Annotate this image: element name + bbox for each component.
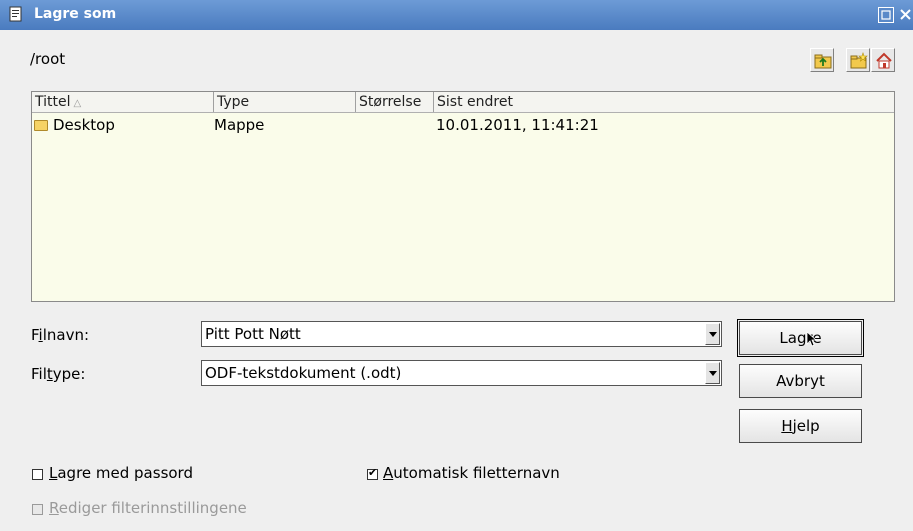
close-icon bbox=[900, 9, 911, 20]
file-modified: 10.01.2011, 11:41:21 bbox=[436, 116, 599, 134]
file-row[interactable]: Desktop Mappe 10.01.2011, 11:41:21 bbox=[32, 114, 894, 136]
filetype-value: ODF-tekstdokument (.odt) bbox=[205, 364, 402, 382]
folder-up-button[interactable] bbox=[810, 48, 834, 72]
column-title[interactable]: Tittel △ bbox=[32, 92, 214, 112]
filename-dropdown-button[interactable] bbox=[705, 323, 720, 345]
filename-combo[interactable]: Pitt Pott Nøtt bbox=[201, 321, 722, 347]
column-type-label: Type bbox=[217, 94, 250, 110]
maximize-button[interactable] bbox=[878, 7, 894, 23]
help-button[interactable]: Hjelp bbox=[739, 409, 862, 443]
cursor-icon bbox=[806, 331, 817, 347]
filter-settings-checkbox bbox=[32, 504, 43, 515]
file-type: Mappe bbox=[214, 116, 265, 134]
checkmark-icon: ✔ bbox=[368, 466, 378, 479]
home-button[interactable] bbox=[871, 48, 895, 72]
auto-extension-checkbox[interactable]: ✔ bbox=[367, 466, 378, 480]
new-folder-icon bbox=[850, 52, 868, 69]
filetype-dropdown-button[interactable] bbox=[705, 362, 720, 384]
filter-settings-label: Rediger filterinnstillingene bbox=[49, 499, 247, 517]
cancel-button[interactable]: Avbryt bbox=[739, 364, 862, 398]
maximize-icon bbox=[881, 10, 891, 20]
column-type[interactable]: Type bbox=[214, 92, 356, 112]
close-button[interactable] bbox=[898, 7, 913, 23]
sort-arrow-icon: △ bbox=[73, 98, 82, 109]
chevron-down-icon bbox=[709, 332, 717, 337]
column-title-label: Tittel bbox=[35, 94, 71, 110]
file-list[interactable]: Tittel △ Type Størrelse Sist endret Deskt… bbox=[31, 91, 895, 302]
password-checkbox[interactable] bbox=[32, 469, 43, 480]
current-path: /root bbox=[30, 50, 66, 68]
file-list-header: Tittel △ Type Størrelse Sist endret bbox=[32, 92, 894, 113]
filetype-label: Filtype: bbox=[31, 365, 86, 383]
filetype-combo[interactable]: ODF-tekstdokument (.odt) bbox=[201, 360, 722, 386]
filename-input[interactable]: Pitt Pott Nøtt bbox=[205, 325, 301, 343]
column-size-label: Størrelse bbox=[359, 94, 422, 110]
password-label: Lagre med passord bbox=[49, 464, 193, 482]
chevron-down-icon bbox=[709, 371, 717, 376]
folder-up-icon bbox=[814, 54, 832, 69]
folder-icon bbox=[34, 120, 48, 131]
filename-label: Filnavn: bbox=[31, 326, 90, 344]
column-modified-label: Sist endret bbox=[437, 94, 513, 110]
save-button[interactable]: Lagre bbox=[737, 319, 864, 357]
new-folder-button[interactable] bbox=[846, 48, 870, 72]
column-modified[interactable]: Sist endret bbox=[434, 92, 894, 112]
app-icon bbox=[9, 6, 22, 22]
title-bar: Lagre som bbox=[0, 0, 913, 30]
column-size[interactable]: Størrelse bbox=[356, 92, 434, 112]
auto-extension-label: Automatisk filetternavn bbox=[383, 464, 560, 482]
window-title: Lagre som bbox=[34, 6, 117, 22]
file-name: Desktop bbox=[53, 116, 115, 134]
home-icon bbox=[876, 52, 892, 69]
